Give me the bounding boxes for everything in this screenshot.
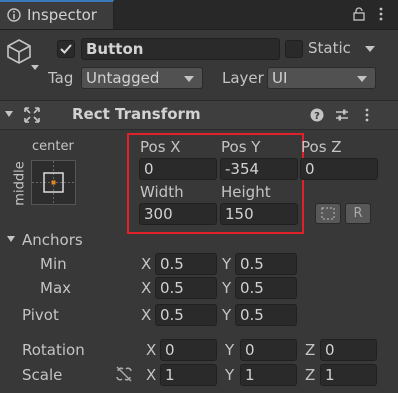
layer-label: Layer bbox=[222, 69, 264, 87]
presets-icon[interactable] bbox=[335, 108, 349, 122]
dotted-rect-icon bbox=[321, 207, 335, 220]
layer-dropdown[interactable]: UI bbox=[267, 67, 376, 89]
height-label: Height bbox=[221, 183, 271, 201]
pos-z-label: Pos Z bbox=[301, 138, 342, 156]
anchor-preset-button[interactable] bbox=[31, 160, 76, 205]
pivot-x-axis: X bbox=[141, 306, 152, 324]
scale-x-axis: X bbox=[146, 366, 157, 384]
lock-icon[interactable] bbox=[353, 7, 365, 21]
scale-z-axis: Z bbox=[305, 366, 316, 384]
raw-edit-button[interactable]: R bbox=[345, 203, 371, 224]
help-icon[interactable]: ? bbox=[310, 108, 324, 122]
scale-z-field[interactable]: 1 bbox=[320, 364, 377, 386]
anchor-vertical-label: middle bbox=[12, 161, 28, 206]
anchors-label: Anchors bbox=[22, 231, 83, 249]
scale-label: Scale bbox=[22, 366, 63, 384]
anchor-max-label: Max bbox=[40, 279, 72, 297]
component-menu-icon[interactable] bbox=[364, 107, 370, 123]
anchor-min-x-field[interactable]: 0.5 bbox=[155, 253, 217, 275]
name-field[interactable]: Button bbox=[81, 38, 280, 60]
checkmark-icon bbox=[60, 44, 72, 54]
tag-label: Tag bbox=[48, 69, 74, 87]
pos-x-label: Pos X bbox=[140, 138, 181, 156]
static-label: Static bbox=[308, 39, 351, 57]
tab-title: Inspector bbox=[27, 6, 97, 24]
rotation-y-axis: Y bbox=[225, 341, 235, 359]
scale-y-field[interactable]: 1 bbox=[240, 364, 297, 386]
anchor-max-y-axis: Y bbox=[222, 279, 232, 297]
anchor-max-x-axis: X bbox=[141, 279, 152, 297]
pos-y-field[interactable]: -354 bbox=[220, 158, 298, 180]
foldout-arrow-icon[interactable] bbox=[5, 111, 13, 117]
scale-x-field[interactable]: 1 bbox=[160, 364, 217, 386]
tab-inspector[interactable]: Inspector bbox=[0, 0, 114, 29]
rotation-label: Rotation bbox=[22, 341, 85, 359]
rotation-z-field[interactable]: 0 bbox=[320, 339, 377, 361]
pivot-y-field[interactable]: 0.5 bbox=[235, 304, 297, 326]
pos-z-field[interactable]: 0 bbox=[300, 158, 378, 180]
tag-dropdown[interactable]: Untagged bbox=[81, 67, 203, 89]
component-title: Rect Transform bbox=[72, 105, 201, 123]
rotation-y-field[interactable]: 0 bbox=[240, 339, 297, 361]
width-field[interactable]: 300 bbox=[139, 203, 217, 225]
kebab-menu-icon[interactable] bbox=[378, 7, 384, 21]
anchor-min-y-field[interactable]: 0.5 bbox=[235, 253, 297, 275]
tag-value: Untagged bbox=[86, 69, 160, 87]
anchor-max-x-field[interactable]: 0.5 bbox=[155, 277, 217, 299]
static-dropdown-caret-icon[interactable] bbox=[365, 46, 375, 52]
anchor-min-y-axis: Y bbox=[222, 255, 232, 273]
height-field[interactable]: 150 bbox=[220, 203, 298, 225]
static-checkbox[interactable] bbox=[285, 40, 303, 58]
anchor-max-y-field[interactable]: 0.5 bbox=[235, 277, 297, 299]
active-checkbox[interactable] bbox=[57, 40, 75, 58]
rotation-z-axis: Z bbox=[305, 341, 316, 359]
rotation-x-field[interactable]: 0 bbox=[160, 339, 217, 361]
gameobject-cube-icon bbox=[7, 39, 31, 64]
info-icon bbox=[7, 8, 21, 22]
constrain-proportions-icon[interactable] bbox=[115, 366, 133, 382]
layer-value: UI bbox=[272, 69, 288, 87]
pos-x-field[interactable]: 0 bbox=[139, 158, 217, 180]
rect-transform-header[interactable]: Rect Transform ? bbox=[0, 100, 398, 130]
pivot-x-field[interactable]: 0.5 bbox=[155, 304, 217, 326]
anchors-foldout-icon[interactable] bbox=[7, 236, 15, 242]
rotation-x-axis: X bbox=[146, 341, 157, 359]
svg-text:?: ? bbox=[314, 111, 320, 122]
pivot-label: Pivot bbox=[22, 306, 59, 324]
anchor-preset-icon bbox=[32, 161, 75, 204]
rect-transform-icon bbox=[24, 107, 40, 123]
anchor-min-x-axis: X bbox=[141, 255, 152, 273]
icon-dropdown-caret-icon[interactable] bbox=[31, 65, 39, 70]
chevron-down-icon bbox=[184, 76, 194, 82]
pivot-y-axis: Y bbox=[222, 306, 232, 324]
tab-bar: Inspector bbox=[0, 0, 398, 30]
width-label: Width bbox=[140, 183, 184, 201]
pos-y-label: Pos Y bbox=[221, 138, 261, 156]
anchor-min-label: Min bbox=[40, 255, 67, 273]
anchor-horizontal-label: center bbox=[32, 139, 74, 154]
blueprint-mode-button[interactable] bbox=[315, 203, 341, 224]
chevron-down-icon bbox=[357, 76, 367, 82]
scale-y-axis: Y bbox=[225, 366, 235, 384]
